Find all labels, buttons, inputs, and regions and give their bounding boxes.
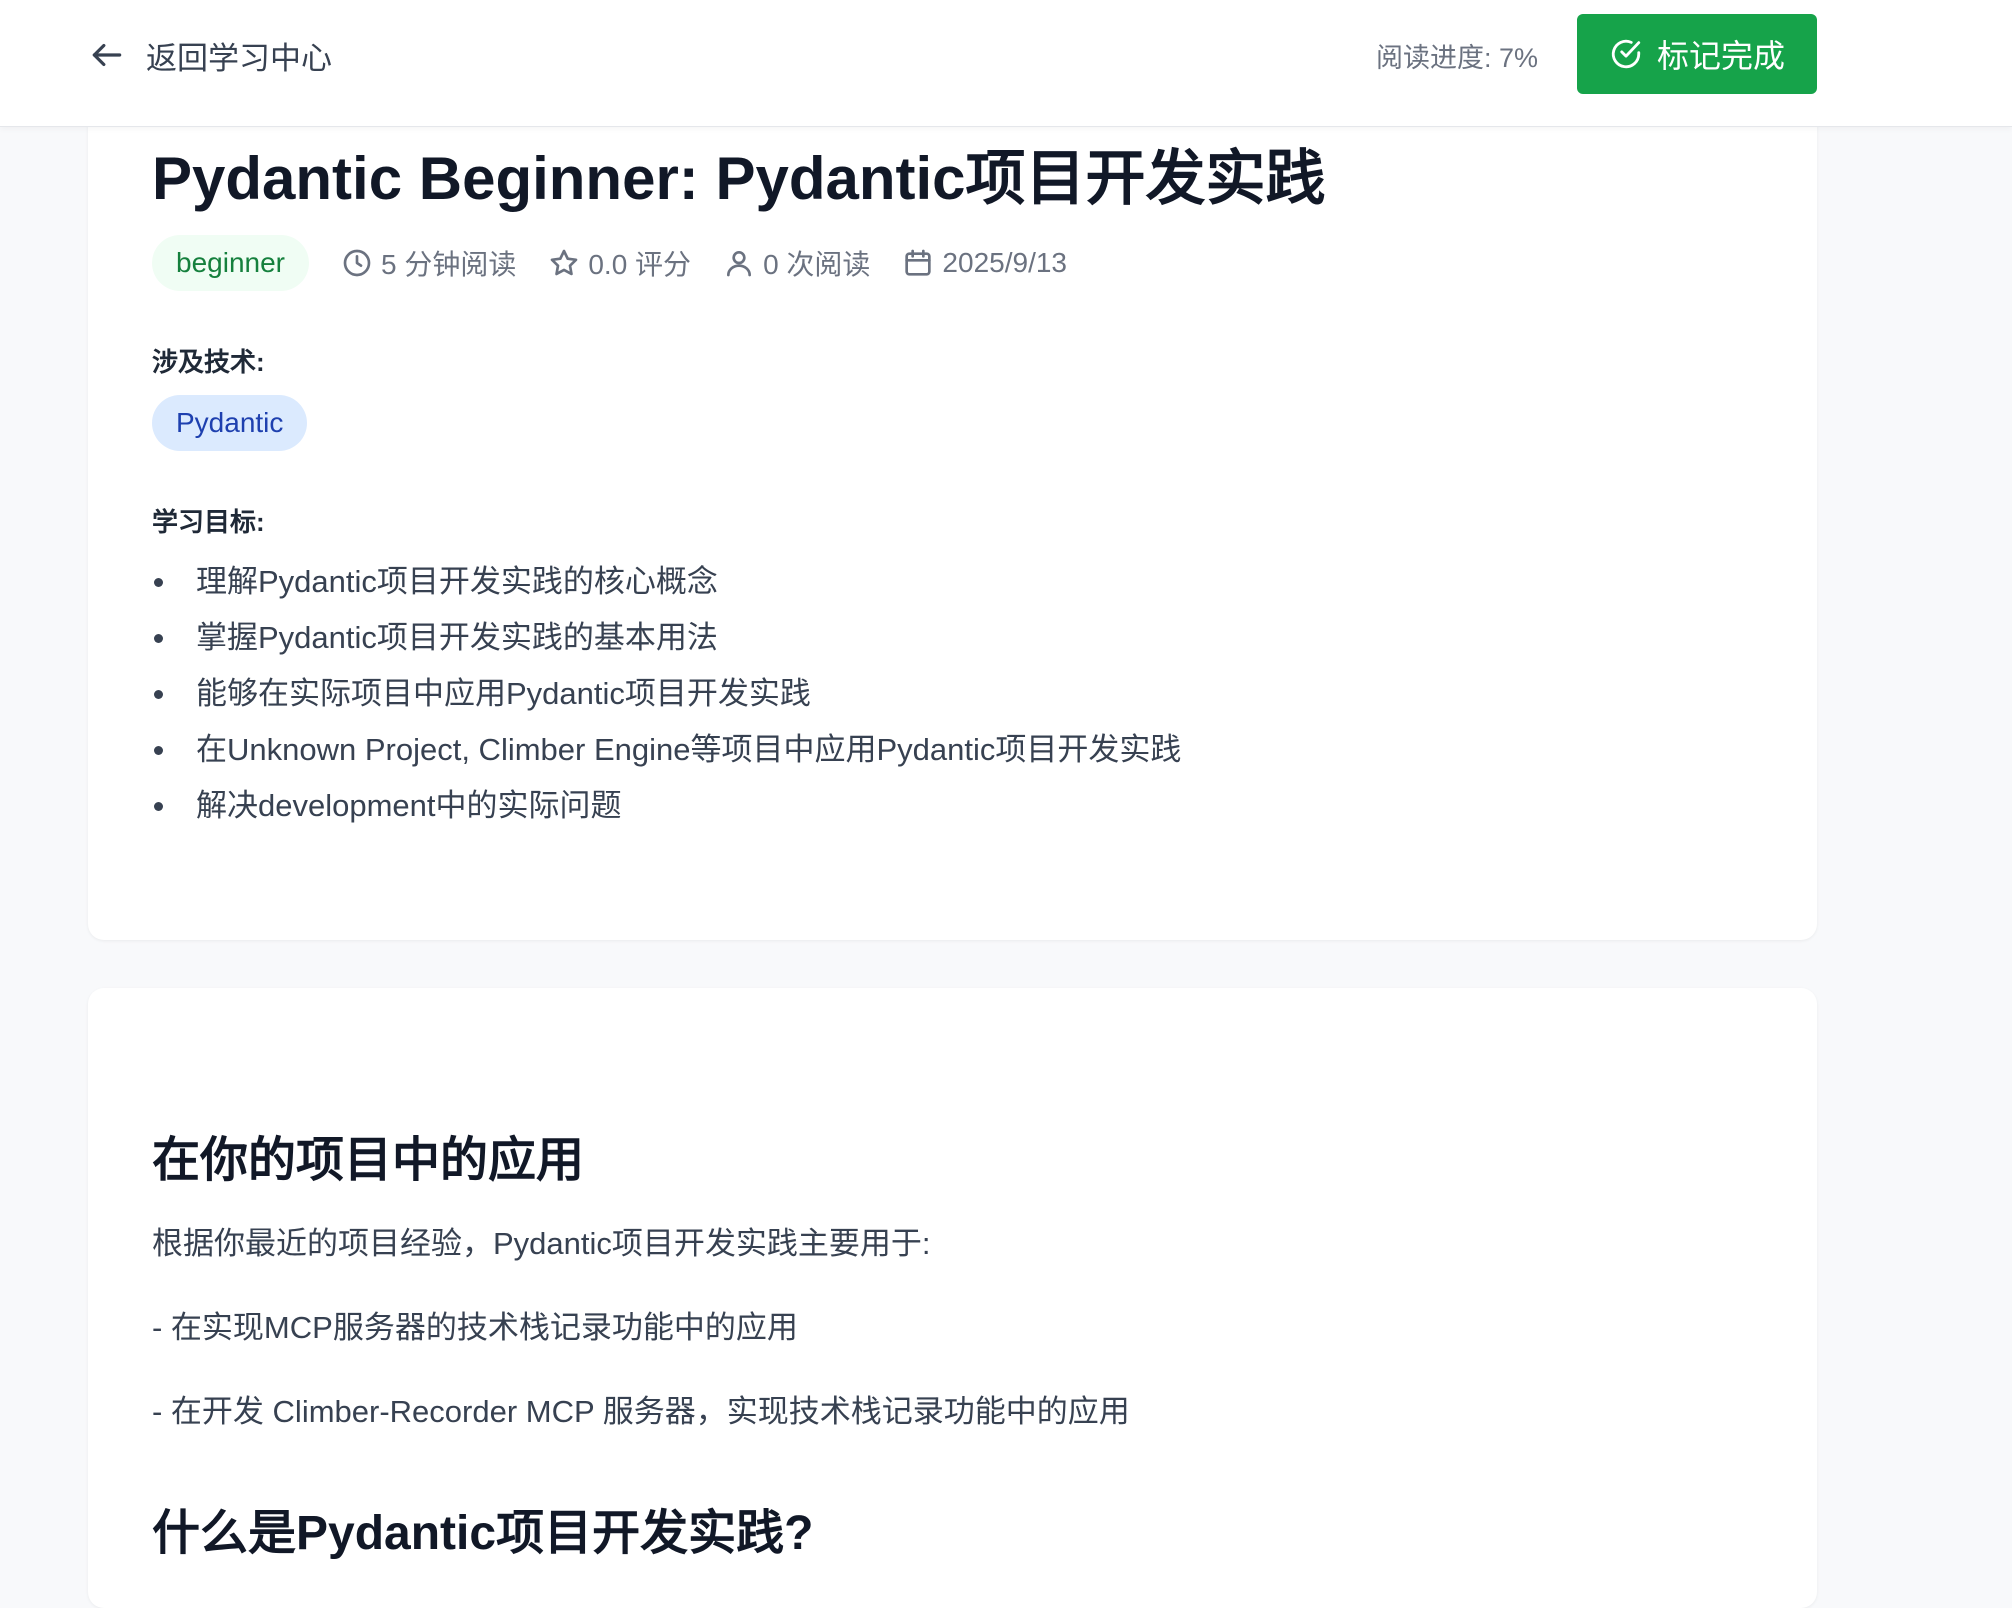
list-item: 在Unknown Project, Climber Engine等项目中应用Py… xyxy=(152,722,1181,778)
mark-complete-label: 标记完成 xyxy=(1656,38,1785,74)
article-header-card: Pydantic Beginner: Pydantic项目开发实践 beginn… xyxy=(88,60,1817,940)
back-to-learning-center-link[interactable]: 返回学习中心 xyxy=(88,30,332,80)
article-title: Pydantic Beginner: Pydantic项目开发实践 xyxy=(152,145,1326,212)
application-point: - 在实现MCP服务器的技术栈记录功能中的应用 xyxy=(152,1310,798,1345)
article-content-card: 在你的项目中的应用 根据你最近的项目经验，Pydantic项目开发实践主要用于:… xyxy=(88,988,1817,1608)
learning-goals-list: 理解Pydantic项目开发实践的核心概念 掌握Pydantic项目开发实践的基… xyxy=(152,554,1181,834)
view-count-label: 0 次阅读 xyxy=(763,249,871,280)
what-is-heading: 什么是Pydantic项目开发实践? xyxy=(152,1507,814,1560)
rating: 0.0 评分 xyxy=(548,243,691,283)
clock-icon xyxy=(343,249,371,277)
application-intro: 根据你最近的项目经验，Pydantic项目开发实践主要用于: xyxy=(152,1226,931,1261)
reading-progress: 阅读进度: 7% xyxy=(1376,43,1539,73)
application-point: - 在开发 Climber-Recorder MCP 服务器，实现技术栈记录功能… xyxy=(152,1394,1130,1429)
level-badge: beginner xyxy=(152,235,309,291)
top-bar: 返回学习中心 阅读进度: 7% 标记完成 xyxy=(0,0,2012,127)
read-time: 5 分钟阅读 xyxy=(341,243,516,283)
read-time-label: 5 分钟阅读 xyxy=(380,249,517,280)
application-heading: 在你的项目中的应用 xyxy=(152,1134,585,1187)
mark-complete-button[interactable]: 标记完成 xyxy=(1577,14,1817,94)
publish-date-label: 2025/9/13 xyxy=(942,247,1067,278)
rating-label: 0.0 评分 xyxy=(588,249,692,280)
list-item: 掌握Pydantic项目开发实践的基本用法 xyxy=(152,610,1181,666)
publish-date: 2025/9/13 xyxy=(902,247,1067,279)
list-item: 理解Pydantic项目开发实践的核心概念 xyxy=(152,554,1181,610)
list-item: 解决development中的实际问题 xyxy=(152,778,1181,834)
tech-section-label: 涉及技术: xyxy=(152,347,265,377)
check-circle-icon xyxy=(1611,39,1641,69)
back-link-label: 返回学习中心 xyxy=(146,40,332,76)
list-item: 能够在实际项目中应用Pydantic项目开发实践 xyxy=(152,666,1181,722)
star-icon xyxy=(551,249,578,276)
tech-tag-pydantic: Pydantic xyxy=(152,395,308,451)
view-count: 0 次阅读 xyxy=(723,243,870,283)
arrow-left-icon xyxy=(92,43,122,67)
article-meta: beginner 5 分钟阅读 0.0 评分 0 次阅读 2025/9/13 xyxy=(152,235,1099,291)
calendar-icon xyxy=(905,249,932,276)
user-icon xyxy=(727,251,752,277)
goals-section-label: 学习目标: xyxy=(152,507,265,537)
